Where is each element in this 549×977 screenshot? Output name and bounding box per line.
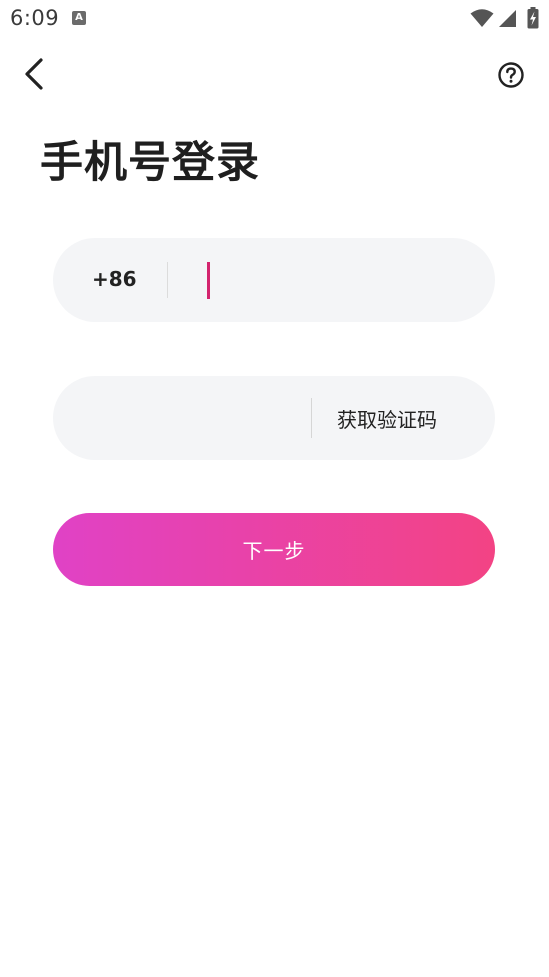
verification-code-input[interactable] (83, 394, 307, 444)
phone-number-input[interactable] (199, 256, 473, 306)
chevron-left-icon (25, 58, 43, 90)
next-button[interactable]: 下一步 (53, 513, 495, 586)
signal-icon (498, 8, 518, 32)
country-code-selector[interactable]: +86 (92, 267, 137, 291)
phone-field: +86 (53, 238, 495, 322)
question-circle-icon (498, 62, 524, 88)
status-bar: 6:09 A (0, 0, 549, 38)
page-title: 手机号登录 (40, 138, 260, 188)
battery-charging-icon (527, 7, 539, 33)
wifi-icon (470, 8, 494, 32)
status-time: 6:09 (10, 6, 60, 30)
phone-field-divider (167, 262, 168, 298)
a-letter-icon: A (72, 11, 86, 25)
help-button[interactable] (493, 57, 529, 93)
code-field-divider (311, 398, 312, 438)
back-button[interactable] (14, 54, 54, 94)
next-button-label: 下一步 (242, 539, 306, 563)
get-code-button[interactable]: 获取验证码 (337, 404, 437, 433)
verification-code-field: 获取验证码 (53, 376, 495, 460)
text-caret (207, 262, 210, 299)
